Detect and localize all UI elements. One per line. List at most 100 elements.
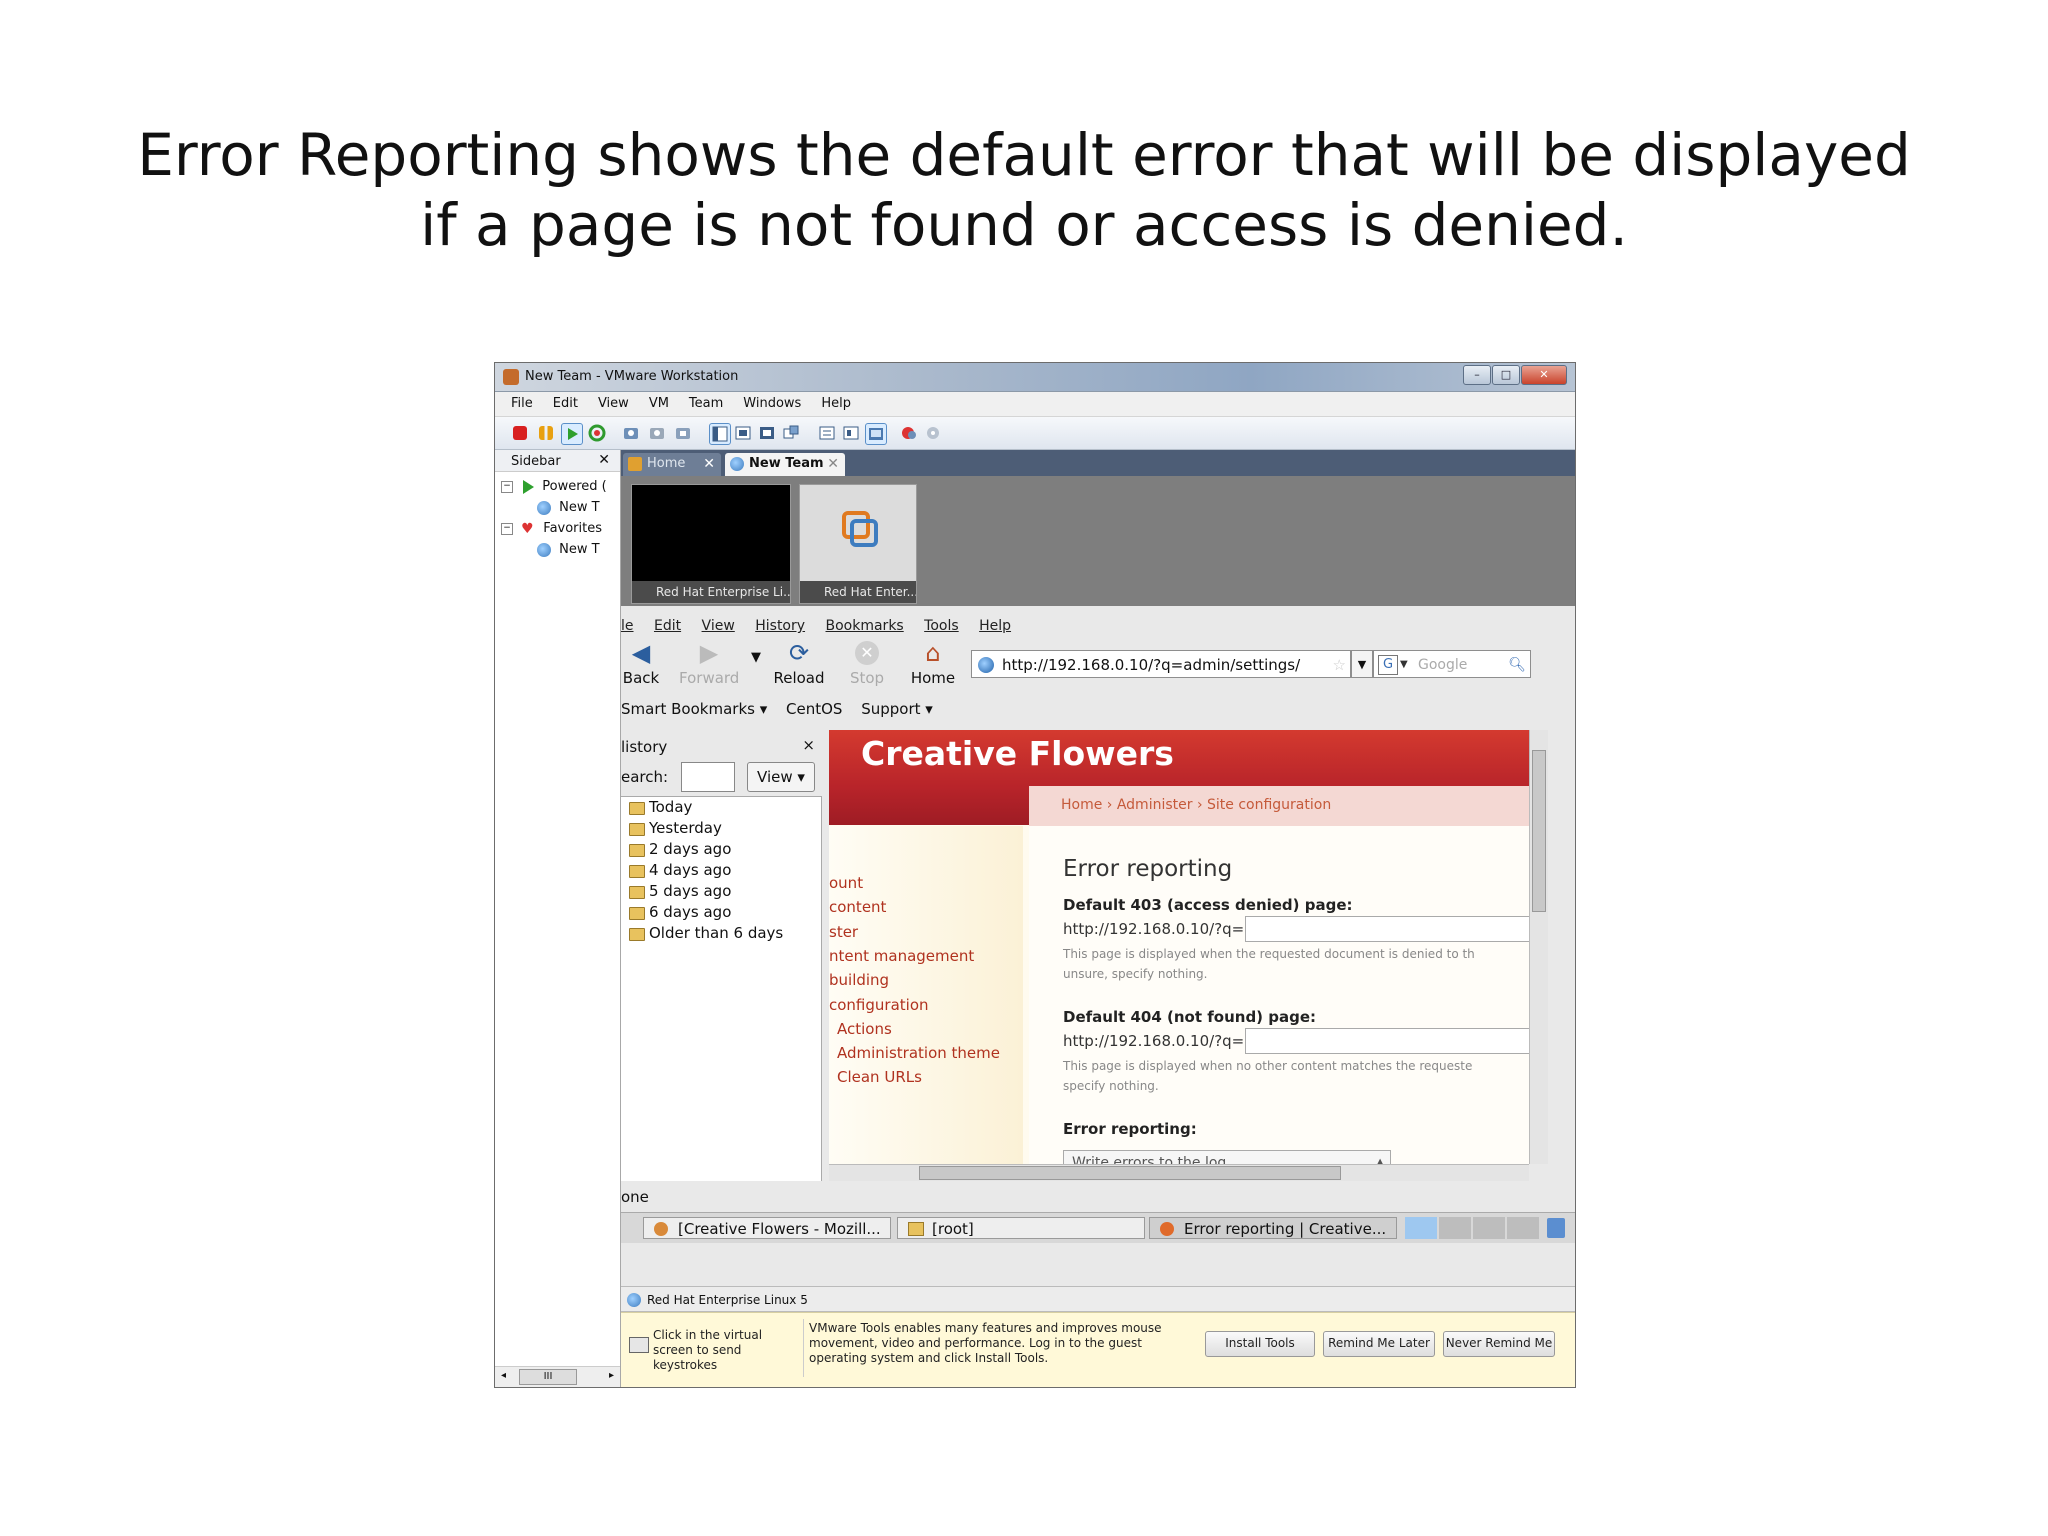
search-box[interactable]: G ▼ Google 🔍︎ xyxy=(1373,650,1531,678)
workspace-4[interactable] xyxy=(1507,1217,1539,1239)
taskbar-item-firefox[interactable]: [Creative Flowers - Mozill... xyxy=(643,1217,891,1239)
menu-view[interactable]: View xyxy=(588,392,639,416)
console-view-icon[interactable] xyxy=(865,423,887,445)
tab-close-icon[interactable]: ✕ xyxy=(703,453,715,475)
menu-help[interactable]: Help xyxy=(811,392,861,416)
ff-menu-history[interactable]: History xyxy=(755,618,805,634)
ff-menu-file[interactable]: le xyxy=(621,618,634,634)
ff-menu-bookmarks[interactable]: Bookmarks xyxy=(826,618,904,634)
google-engine-icon[interactable]: G xyxy=(1378,655,1398,675)
page-scroll-thumb[interactable] xyxy=(1532,750,1546,912)
vm-thumbnail-1[interactable]: Red Hat Enterprise Li... xyxy=(631,484,791,604)
history-view-button[interactable]: View ▾ xyxy=(747,762,815,792)
bookmark-centos[interactable]: CentOS xyxy=(786,700,842,718)
scroll-left-icon[interactable]: ◂ xyxy=(501,1370,506,1381)
menu-file[interactable]: File xyxy=(501,392,543,416)
trash-icon[interactable] xyxy=(1547,1218,1565,1238)
stop-button[interactable]: ✕ Stop xyxy=(837,641,897,687)
ff-menu-view[interactable]: View xyxy=(702,618,735,634)
history-item-older[interactable]: Older than 6 days xyxy=(621,923,821,944)
field-404-input[interactable] xyxy=(1245,1028,1529,1054)
ff-menu-tools[interactable]: Tools xyxy=(924,618,959,634)
reset-icon[interactable] xyxy=(587,423,607,443)
search-icon[interactable]: 🔍︎ xyxy=(1508,651,1526,679)
tab-close-icon[interactable]: ✕ xyxy=(827,453,839,475)
sidebar-close-icon[interactable]: ✕ xyxy=(598,452,610,468)
maximize-button[interactable]: □ xyxy=(1492,365,1520,385)
reload-button[interactable]: ⟳ Reload xyxy=(769,641,829,687)
collapse-icon[interactable]: − xyxy=(501,480,513,493)
field-403-input[interactable] xyxy=(1245,916,1529,942)
scroll-right-icon[interactable]: ▸ xyxy=(609,1370,614,1381)
workspace-3[interactable] xyxy=(1473,1217,1505,1239)
collapse-icon[interactable]: − xyxy=(501,522,513,535)
url-dropdown-icon[interactable]: ▼ xyxy=(1351,650,1373,678)
show-sidebar-icon[interactable] xyxy=(709,423,731,445)
workspace-switcher[interactable] xyxy=(1405,1217,1539,1239)
snapshot-icon[interactable] xyxy=(621,423,641,443)
site-name[interactable]: Creative Flowers xyxy=(861,734,1174,773)
page-hscroll-thumb[interactable] xyxy=(919,1166,1341,1180)
quick-switch-icon[interactable] xyxy=(733,423,753,443)
history-item-today[interactable]: Today xyxy=(621,797,821,818)
nav-item-account[interactable]: ount xyxy=(829,874,863,892)
guest-screen[interactable]: le Edit View History Bookmarks Tools Hel… xyxy=(621,606,1575,1286)
nav-item-content-management[interactable]: ntent management xyxy=(829,947,974,965)
history-item-4-days[interactable]: 4 days ago xyxy=(621,860,821,881)
remind-later-button[interactable]: Remind Me Later xyxy=(1323,1331,1435,1357)
history-item-2-days[interactable]: 2 days ago xyxy=(621,839,821,860)
nav-item-clean-urls[interactable]: Clean URLs xyxy=(837,1068,922,1086)
team-power-off-icon[interactable] xyxy=(899,423,919,443)
bookmark-star-icon[interactable]: ☆ xyxy=(1333,651,1346,679)
nav-item-register[interactable]: ster xyxy=(829,923,858,941)
team-settings-icon[interactable] xyxy=(923,423,943,443)
nav-item-actions[interactable]: Actions xyxy=(837,1020,892,1038)
page-vertical-scrollbar[interactable] xyxy=(1529,730,1548,1164)
tree-item-powered-on[interactable]: − Powered ( xyxy=(495,476,620,497)
sidebar-horizontal-scrollbar[interactable]: ◂ III ▸ xyxy=(495,1366,620,1387)
unity-icon[interactable] xyxy=(781,423,801,443)
menu-windows[interactable]: Windows xyxy=(733,392,811,416)
page-horizontal-scrollbar[interactable] xyxy=(829,1164,1529,1181)
engine-dropdown-icon[interactable]: ▼ xyxy=(1400,651,1408,679)
install-tools-button[interactable]: Install Tools xyxy=(1205,1331,1315,1357)
home-button[interactable]: ⌂ Home xyxy=(903,641,963,687)
menu-edit[interactable]: Edit xyxy=(543,392,588,416)
revert-snapshot-icon[interactable] xyxy=(647,423,667,443)
full-screen-icon[interactable] xyxy=(757,423,777,443)
summary-view-icon[interactable] xyxy=(817,423,837,443)
scroll-thumb[interactable]: III xyxy=(519,1369,577,1385)
workspace-2[interactable] xyxy=(1439,1217,1471,1239)
ff-menu-edit[interactable]: Edit xyxy=(654,618,681,634)
tree-item-new-team-2[interactable]: New T xyxy=(495,539,620,560)
history-close-icon[interactable]: × xyxy=(802,736,815,754)
forward-button[interactable]: ▶ Forward xyxy=(679,641,739,687)
vm-thumbnail-2[interactable]: Red Hat Enter... xyxy=(799,484,917,604)
window-titlebar[interactable]: New Team - VMware Workstation – □ ✕ xyxy=(495,363,1575,392)
history-item-yesterday[interactable]: Yesterday xyxy=(621,818,821,839)
tab-home[interactable]: Home ✕ xyxy=(623,453,721,476)
suspend-icon[interactable] xyxy=(539,426,553,440)
tab-new-team[interactable]: New Team ✕ xyxy=(725,453,845,476)
minimize-button[interactable]: – xyxy=(1463,365,1491,385)
back-button[interactable]: ◀ Back xyxy=(621,641,671,687)
nav-item-site-configuration[interactable]: configuration xyxy=(829,996,929,1014)
history-item-5-days[interactable]: 5 days ago xyxy=(621,881,821,902)
taskbar-item-root[interactable]: [root] xyxy=(897,1217,1145,1239)
workspace-1[interactable] xyxy=(1405,1217,1437,1239)
bookmark-smart-bookmarks[interactable]: Smart Bookmarks ▾ xyxy=(621,700,767,718)
never-remind-button[interactable]: Never Remind Me xyxy=(1443,1331,1555,1357)
history-dropdown-icon[interactable]: ▼ xyxy=(751,650,761,665)
url-bar[interactable]: http://192.168.0.10/?q=admin/settings/ ☆ xyxy=(971,650,1351,678)
error-reporting-select[interactable]: Write errors to the log ▲ xyxy=(1063,1150,1391,1164)
breadcrumb[interactable]: Home › Administer › Site configuration xyxy=(1029,786,1529,826)
nav-item-admin-theme[interactable]: Administration theme xyxy=(837,1044,1000,1062)
snapshot-manager-icon[interactable] xyxy=(673,423,693,443)
nav-item-site-building[interactable]: building xyxy=(829,971,889,989)
taskbar-item-error-reporting[interactable]: Error reporting | Creative... xyxy=(1149,1217,1397,1239)
tree-item-new-team-1[interactable]: New T xyxy=(495,497,620,518)
nav-item-content[interactable]: content xyxy=(829,898,886,916)
appliance-view-icon[interactable] xyxy=(841,423,861,443)
menu-team[interactable]: Team xyxy=(679,392,733,416)
power-on-icon[interactable] xyxy=(561,423,583,445)
